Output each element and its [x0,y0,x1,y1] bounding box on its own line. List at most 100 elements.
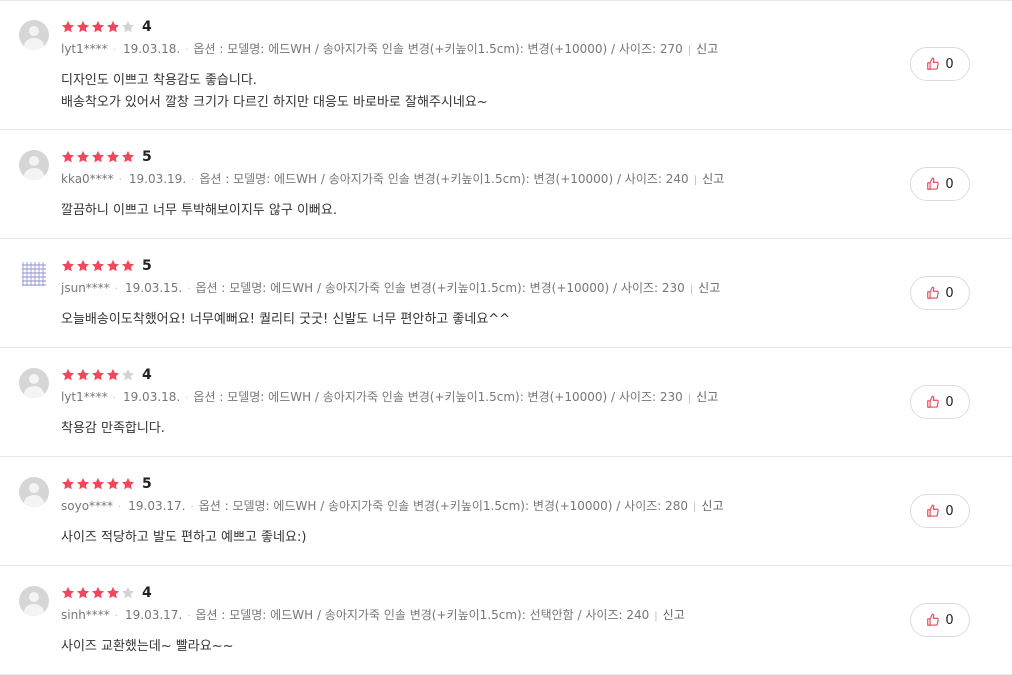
user-avatar [22,262,46,286]
purchase-option: 옵션 : 모델명: 에드WH / 송아지가죽 인솔 변경(+키높이1.5cm):… [193,390,683,404]
report-link[interactable]: 신고 [702,171,724,187]
star-filled-icon [106,477,120,490]
purchase-option: 옵션 : 모델명: 에드WH / 송아지가죽 인솔 변경(+키높이1.5cm):… [195,608,650,622]
like-count: 0 [945,394,954,410]
like-button[interactable]: 0 [910,47,970,81]
meta-separator: | [654,611,658,622]
star-filled-icon [76,368,90,381]
review-item: 4 sinh**** · 19.03.17. · 옵션 : 모델명: 에드WH / 송아지… [0,566,1012,675]
review-meta: lyt1**** · 19.03.18. · 옵션 : 모델명: 에드WH / 송아지가… [61,389,718,407]
review-date: 19.03.17. [124,608,183,622]
avatar-body-shape [24,168,44,180]
avatar-head-shape [29,374,39,384]
meta-separator: · [191,175,195,186]
like-count: 0 [945,56,954,72]
review-date: 19.03.17. [128,499,186,513]
star-filled-icon [91,368,105,381]
star-filled-icon [76,150,90,163]
report-link[interactable]: 신고 [696,389,718,405]
purchase-option: 옵션 : 모델명: 에드WH / 송아지가죽 인솔 변경(+키높이1.5cm):… [198,499,689,513]
review-text: 착용감 만족합니다. [61,418,165,440]
thumbs-up-icon [927,395,940,408]
avatar-body-shape [24,386,44,398]
review-text: 사이즈 교환했는데~ 빨라요~~ [61,636,234,658]
user-avatar [19,477,49,507]
like-button[interactable]: 0 [910,494,970,528]
star-rating: 5 [61,257,152,275]
star-filled-icon [61,150,75,163]
meta-separator: · [185,45,189,56]
user-avatar [19,368,49,398]
meta-separator: · [114,284,118,295]
avatar-head-shape [29,592,39,602]
star-filled-icon [61,368,75,381]
rating-score: 4 [142,367,152,383]
avatar-head-shape [29,156,39,166]
star-filled-icon [121,477,135,490]
thumbs-up-icon [927,286,940,299]
review-text-line: 착용감 만족합니다. [61,421,165,436]
purchase-option: 옵션 : 모델명: 에드WH / 송아지가죽 인솔 변경(+키높이1.5cm):… [199,172,689,186]
meta-separator: | [687,45,692,56]
star-filled-icon [106,368,120,381]
star-filled-icon [76,20,90,33]
review-text-line: 배송착오가 있어서 깔창 크기가 다르긴 하지만 대응도 바로바로 잘해주시네요… [61,95,488,110]
star-filled-icon [76,586,90,599]
star-filled-icon [91,150,105,163]
star-rating: 4 [61,584,152,602]
review-text: 사이즈 적당하고 발도 편하고 예쁘고 좋네요:) [61,527,306,549]
meta-separator: · [118,175,122,186]
report-link[interactable]: 신고 [663,607,685,623]
like-button[interactable]: 0 [910,385,970,419]
review-date: 19.03.18. [122,390,181,404]
review-item: 4 lyt1**** · 19.03.18. · 옵션 : 모델명: 에드WH / 송아지… [0,348,1012,457]
star-filled-icon [91,259,105,272]
report-link[interactable]: 신고 [696,41,718,57]
meta-separator: · [112,45,116,56]
star-filled-icon [61,20,75,33]
avatar-body-shape [24,604,44,616]
user-avatar [19,150,49,180]
review-text-line: 디자인도 이쁘고 착용감도 좋습니다. [61,73,257,88]
reviewer-id: lyt1**** [61,390,108,404]
report-link[interactable]: 신고 [701,498,723,514]
star-rating: 4 [61,18,152,36]
like-button[interactable]: 0 [910,603,970,637]
meta-separator: · [187,611,191,622]
star-filled-icon [106,259,120,272]
like-count: 0 [945,285,954,301]
user-avatar [19,20,49,50]
star-filled-icon [91,586,105,599]
rating-score: 5 [142,258,152,274]
meta-separator: | [687,393,692,404]
star-filled-icon [91,20,105,33]
reviewer-id: lyt1**** [61,42,108,56]
star-filled-icon [106,150,120,163]
star-filled-icon [76,477,90,490]
avatar-head-shape [29,483,39,493]
meta-separator: · [118,502,122,513]
review-text: 디자인도 이쁘고 착용감도 좋습니다. 배송착오가 있어서 깔창 크기가 다르긴 … [61,70,488,114]
meta-separator: | [693,175,698,186]
star-rating: 4 [61,366,152,384]
review-text: 깔끔하니 이쁘고 너무 투박해보이지두 않구 이뻐요. [61,200,337,222]
review-text-line: 사이즈 교환했는데~ 빨라요~~ [61,639,234,654]
reviewer-id: soyo**** [61,499,114,513]
review-item: 5 soyo**** · 19.03.17. · 옵션 : 모델명: 에드WH / 송아지… [0,457,1012,566]
thumbs-up-icon [927,177,940,190]
meta-separator: | [689,284,694,295]
review-item: 5 jsun**** · 19.03.15. · 옵션 : 모델명: 에드WH / 송아지… [0,239,1012,348]
rating-score: 4 [142,585,152,601]
thumbs-up-icon [927,57,940,70]
report-link[interactable]: 신고 [698,280,720,296]
like-button[interactable]: 0 [910,276,970,310]
review-meta: lyt1**** · 19.03.18. · 옵션 : 모델명: 에드WH / 송아지가… [61,41,718,59]
rating-score: 5 [142,149,152,165]
review-item: 4 lyt1**** · 19.03.18. · 옵션 : 모델명: 에드WH / 송아지… [0,0,1012,130]
star-filled-icon [106,586,120,599]
meta-separator: · [187,284,191,295]
meta-separator: · [190,502,194,513]
like-button[interactable]: 0 [910,167,970,201]
star-filled-icon [76,259,90,272]
review-meta: soyo**** · 19.03.17. · 옵션 : 모델명: 에드WH / 송아지가… [61,498,724,516]
